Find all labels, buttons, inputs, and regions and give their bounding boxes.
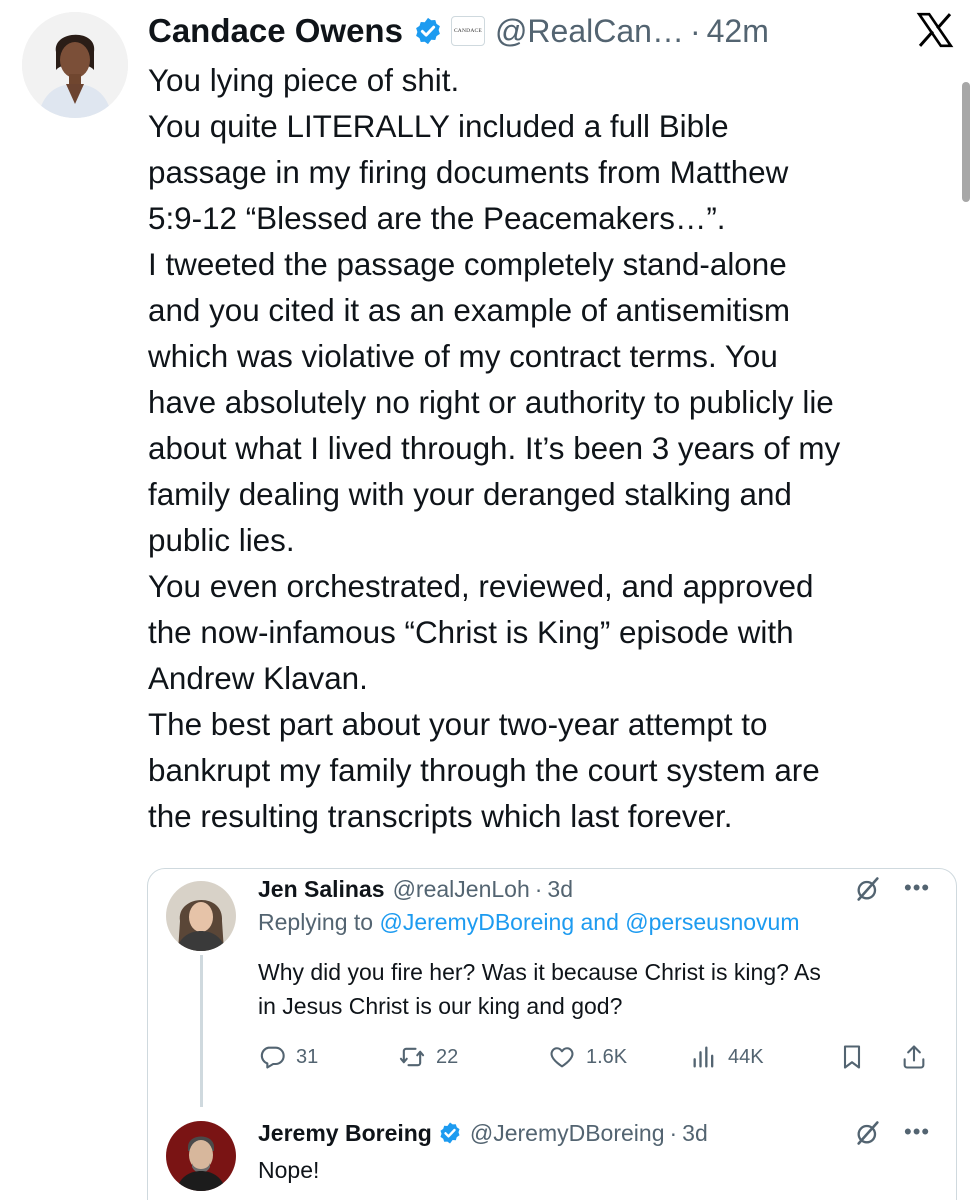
tweet-body-line: the resulting transcripts which last for… (148, 799, 733, 834)
x-logo-icon[interactable] (914, 10, 956, 50)
replying-to-and: and (580, 909, 619, 935)
grok-icon[interactable] (854, 875, 882, 903)
verified-badge-icon (440, 1122, 460, 1144)
reply2-text-line: Nope! (258, 1157, 320, 1183)
reply1-name[interactable]: Jen Salinas (258, 876, 385, 903)
tweet-body-line: You even orchestrated, reviewed, and app… (148, 569, 814, 604)
bookmark-icon (843, 1045, 861, 1069)
reply2-name[interactable]: Jeremy Boreing (258, 1120, 432, 1147)
replying-to: Replying to @JeremyDBoreing and @perseus… (258, 909, 799, 936)
tweet-body-line: Andrew Klavan. (148, 661, 368, 696)
like-button[interactable]: 1.6K (548, 1039, 627, 1075)
reply2-header: Jeremy Boreing @JeremyDBoreing · 3d (258, 1115, 708, 1151)
tweet-body: You lying piece of shit. You quite LITER… (148, 58, 968, 840)
like-count: 1.6K (586, 1045, 628, 1068)
reply2-more-icon[interactable]: ••• (904, 1119, 930, 1145)
tweet-body-line: and you cited it as an example of antise… (148, 293, 791, 328)
tweet-body-line: 5:9-12 “Blessed are the Peacemakers…”. (148, 201, 726, 236)
reply-avatar-jen[interactable] (166, 881, 236, 951)
reply1-time[interactable]: 3d (547, 876, 573, 903)
tweet-body-line: You quite LITERALLY included a full Bibl… (148, 109, 729, 144)
repost-button[interactable]: 22 (398, 1039, 458, 1075)
reply-button[interactable]: 31 (258, 1039, 318, 1075)
tweet-body-line: bankrupt my family through the court sys… (148, 753, 820, 788)
reply1-text: Why did you fire her? Was it because Chr… (258, 955, 948, 1023)
affiliate-badge-text: CANDACE (453, 28, 482, 34)
reply1-separator: · (534, 875, 543, 902)
tweet-body-line: family dealing with your deranged stalki… (148, 477, 792, 512)
author-avatar[interactable] (22, 12, 128, 118)
author-avatar-image (22, 12, 128, 118)
tweet-body-line: have absolutely no right or authority to… (148, 385, 834, 420)
reply1-text-line: Why did you fire her? Was it because Chr… (258, 959, 821, 985)
share-button[interactable] (900, 1039, 938, 1075)
author-name[interactable]: Candace Owens (148, 12, 403, 50)
replying-to-prefix: Replying to (258, 909, 374, 935)
bookmark-button[interactable] (838, 1039, 876, 1075)
like-icon (550, 1047, 574, 1068)
tweet-body-line: the now-infamous “Christ is King” episod… (148, 615, 794, 650)
share-icon (903, 1045, 925, 1069)
thread-connector-line (200, 955, 203, 1107)
header-separator: · (689, 12, 701, 49)
reply-count: 31 (296, 1045, 319, 1068)
reply2-text: Nope! (258, 1153, 948, 1187)
reply-icon (260, 1046, 285, 1069)
tweet-body-line: I tweeted the passage completely stand-a… (148, 247, 787, 282)
verified-badge-icon (416, 17, 440, 45)
tweet-time[interactable]: 42m (707, 13, 769, 50)
tweet-body-line: You lying piece of shit. (148, 63, 460, 98)
reply-avatar-jeremy[interactable] (166, 1121, 236, 1191)
mention-jeremydboreing[interactable]: @JeremyDBoreing (379, 909, 574, 935)
mention-perseusnovum[interactable]: @perseusnovum (625, 909, 799, 935)
views-icon (693, 1046, 714, 1068)
reply1-more-icon[interactable]: ••• (904, 875, 930, 901)
repost-icon (399, 1047, 425, 1067)
affiliate-badge[interactable]: CANDACE (450, 16, 485, 46)
reply1-header: Jen Salinas @realJenLoh · 3d (258, 871, 573, 907)
reply1-action-bar: 31 22 1.6K 44K (258, 1039, 938, 1075)
quoted-thread-card[interactable]: Jen Salinas @realJenLoh · 3d ••• Replyin… (147, 868, 957, 1200)
views-button[interactable]: 44K (690, 1039, 764, 1075)
tweet-body-line: about what I lived through. It’s been 3 … (148, 431, 841, 466)
reply2-time[interactable]: 3d (682, 1120, 708, 1147)
author-handle[interactable]: @RealCan… (495, 13, 684, 50)
tweet-body-line: passage in my firing documents from Matt… (148, 155, 789, 190)
views-count: 44K (728, 1045, 764, 1068)
reply-avatar-jeremy-image (166, 1121, 236, 1191)
reply-avatar-jen-image (166, 881, 236, 951)
reply2-handle[interactable]: @JeremyDBoreing (470, 1120, 665, 1147)
tweet-header: Candace Owens CANDACE @RealCan… · 42m (148, 6, 868, 56)
reply1-handle[interactable]: @realJenLoh (393, 876, 530, 903)
tweet-body-line: which was violative of my contract terms… (148, 339, 778, 374)
grok-icon[interactable] (854, 1119, 882, 1147)
tweet-body-line: public lies. (148, 523, 295, 558)
repost-count: 22 (436, 1045, 459, 1068)
reply1-text-line: in Jesus Christ is our king and god? (258, 993, 623, 1019)
tweet-body-line: The best part about your two-year attemp… (148, 707, 768, 742)
reply2-separator: · (669, 1119, 678, 1146)
